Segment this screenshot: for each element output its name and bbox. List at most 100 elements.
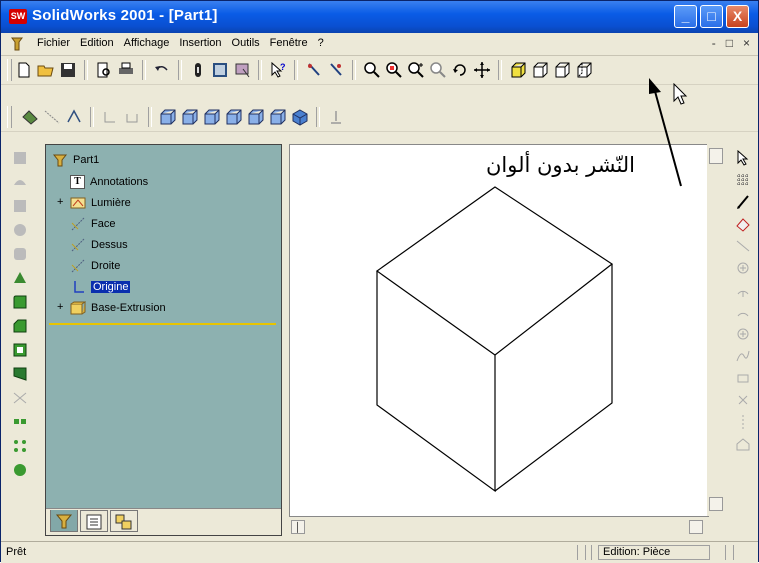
hidden-lines-icon[interactable] — [531, 61, 549, 79]
zoom-fit-icon[interactable] — [363, 61, 381, 79]
open-folder-icon[interactable] — [37, 61, 55, 79]
fillet-icon[interactable] — [11, 293, 29, 311]
view-right-icon[interactable] — [225, 108, 243, 126]
normal-to-icon[interactable] — [327, 108, 345, 126]
print-icon[interactable] — [117, 61, 135, 79]
view-back-icon[interactable] — [181, 108, 199, 126]
shell-icon[interactable] — [11, 341, 29, 359]
edit-appearance-icon[interactable] — [233, 61, 251, 79]
menu-affichage[interactable]: Affichage — [124, 37, 170, 49]
undo-icon[interactable] — [153, 61, 171, 79]
tree-item-droite[interactable]: Droite — [70, 259, 120, 273]
doc-restore-button[interactable]: □ — [726, 36, 733, 50]
extrude-icon[interactable] — [123, 108, 141, 126]
line-tool-icon[interactable] — [735, 238, 751, 254]
zoom-in-out-icon[interactable] — [407, 61, 425, 79]
save-disk-icon[interactable] — [59, 61, 77, 79]
view-front-icon[interactable] — [159, 108, 177, 126]
menu-edition[interactable]: Edition — [80, 37, 114, 49]
tab-featuremanager[interactable] — [50, 510, 78, 532]
zoom-window-icon[interactable] — [385, 61, 403, 79]
shaded-icon[interactable] — [575, 61, 593, 79]
3point-arc-icon[interactable] — [735, 326, 751, 342]
menu-fichier[interactable]: Fichier — [37, 37, 70, 49]
scroll-right-button[interactable] — [689, 520, 703, 534]
doc-minimize-button[interactable]: - — [712, 36, 716, 50]
select-arrow-icon[interactable] — [735, 150, 751, 166]
rollback-bar[interactable] — [49, 323, 276, 325]
expand-lumiere-button[interactable]: + — [57, 196, 63, 208]
relations-icon[interactable] — [101, 108, 119, 126]
revolve-icon[interactable] — [11, 173, 29, 191]
sketch-icon[interactable] — [21, 108, 39, 126]
tree-item-dessus[interactable]: Dessus — [70, 238, 128, 252]
menu-insertion[interactable]: Insertion — [179, 37, 221, 49]
view-top-icon[interactable] — [247, 108, 265, 126]
cut-extrude-icon[interactable] — [11, 245, 29, 263]
tree-item-base-extrusion[interactable]: Base-Extrusion — [70, 301, 166, 315]
tab-propertymanager[interactable] — [80, 510, 108, 532]
select-icon[interactable] — [305, 61, 323, 79]
pan-icon[interactable] — [473, 61, 491, 79]
horizontal-scrollbar[interactable]: │ — [289, 516, 709, 537]
point-tool-icon[interactable] — [735, 392, 751, 408]
grid-icon[interactable] — [735, 172, 751, 188]
line-icon[interactable] — [43, 108, 61, 126]
loft-icon[interactable] — [11, 221, 29, 239]
menu-help[interactable]: ? — [318, 37, 324, 49]
select-all-icon[interactable] — [327, 61, 345, 79]
sweep-icon[interactable] — [11, 197, 29, 215]
print-preview-icon[interactable] — [95, 61, 113, 79]
view-iso-icon[interactable] — [291, 108, 309, 126]
menu-fenetre[interactable]: Fenêtre — [270, 37, 308, 49]
scroll-left-button[interactable]: │ — [291, 520, 305, 534]
tree-root-part1[interactable]: Part1 — [52, 153, 99, 167]
sketch-pencil-icon[interactable] — [735, 194, 751, 210]
tangent-arc-icon[interactable] — [735, 304, 751, 320]
sketch-eraser-icon[interactable] — [735, 216, 751, 232]
polygon-icon[interactable] — [735, 436, 751, 452]
dome-icon[interactable] — [11, 389, 29, 407]
tree-item-lumiere[interactable]: Lumière — [70, 196, 131, 210]
linear-pattern-icon[interactable] — [11, 413, 29, 431]
circle-tool-icon[interactable] — [735, 260, 751, 276]
rebuild-icon[interactable] — [189, 61, 207, 79]
tree-item-origine[interactable]: Origine — [70, 280, 131, 294]
close-button[interactable]: X — [726, 5, 749, 28]
spline-icon[interactable] — [735, 348, 751, 364]
title-bar[interactable]: SW SolidWorks 2001 - [Part1] _ □ X — [1, 1, 758, 33]
part-document-icon[interactable] — [11, 36, 23, 51]
doc-close-button[interactable]: × — [743, 36, 750, 50]
zoom-selection-icon[interactable] — [429, 61, 447, 79]
chamfer-icon[interactable] — [11, 317, 29, 335]
mirror-icon[interactable] — [11, 461, 29, 479]
minimize-button[interactable]: _ — [674, 5, 697, 28]
whats-this-icon[interactable]: ? — [269, 61, 287, 79]
maximize-button[interactable]: □ — [700, 5, 723, 28]
draft-icon[interactable] — [11, 365, 29, 383]
hidden-removed-icon[interactable] — [553, 61, 571, 79]
smart-dimension-icon[interactable] — [65, 108, 83, 126]
revolve-cut-icon[interactable] — [11, 269, 29, 287]
options-icon[interactable] — [211, 61, 229, 79]
split-handle[interactable] — [709, 148, 723, 164]
centerline-icon[interactable] — [735, 414, 751, 430]
view-left-icon[interactable] — [203, 108, 221, 126]
new-document-icon[interactable] — [15, 61, 33, 79]
expand-base-extrusion-button[interactable]: + — [57, 301, 63, 313]
scroll-down-button[interactable] — [709, 497, 723, 511]
tree-item-face[interactable]: Face — [70, 217, 115, 231]
boss-extrude-icon[interactable] — [11, 149, 29, 167]
tree-item-annotations[interactable]: T Annotations — [70, 175, 148, 189]
rotate-icon[interactable] — [451, 61, 469, 79]
graphics-area[interactable] — [289, 144, 715, 533]
rectangle-tool-icon[interactable] — [735, 370, 751, 386]
menu-outils[interactable]: Outils — [232, 37, 260, 49]
tab-configurationmanager[interactable] — [110, 510, 138, 532]
wireframe-icon[interactable] — [509, 61, 527, 79]
circular-pattern-icon[interactable] — [11, 437, 29, 455]
solidworks-logo-icon[interactable]: SW — [9, 9, 27, 24]
centerpoint-arc-icon[interactable] — [735, 282, 751, 298]
view-bottom-icon[interactable] — [269, 108, 287, 126]
vertical-scrollbar[interactable] — [707, 144, 725, 533]
